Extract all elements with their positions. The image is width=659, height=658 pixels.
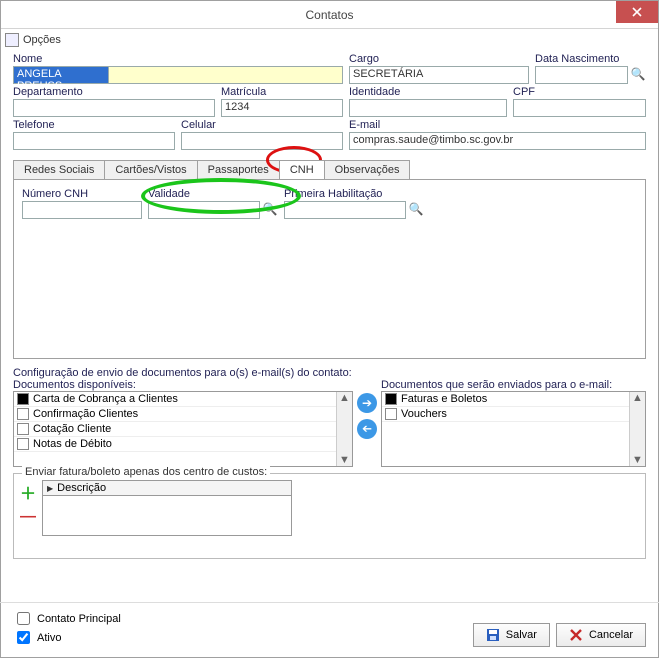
validade-date-picker-icon[interactable]: 🔍 — [262, 201, 278, 217]
close-button[interactable] — [616, 1, 658, 23]
ativo-input[interactable] — [17, 631, 30, 644]
contato-principal-checkbox[interactable]: Contato Principal — [13, 609, 121, 628]
cc-fieldset: Enviar fatura/boleto apenas dos centro d… — [13, 473, 646, 559]
options-icon — [5, 33, 19, 47]
titlebar: Contatos — [1, 1, 658, 29]
scrollbar[interactable]: ▲▼ — [336, 392, 352, 466]
cc-legend: Enviar fatura/boleto apenas dos centro d… — [22, 466, 270, 478]
list-item: Confirmação Clientes — [14, 407, 352, 422]
primeira-date-picker-icon[interactable]: 🔍 — [408, 201, 424, 217]
window-title: Contatos — [305, 8, 353, 22]
numero-cnh-input[interactable] — [22, 201, 142, 219]
celular-input[interactable] — [181, 132, 343, 150]
label-primeira-hab: Primeira Habilitação — [284, 188, 424, 200]
cargo-input[interactable]: SECRETÁRIA — [349, 66, 529, 84]
scrollbar[interactable]: ▲▼ — [629, 392, 645, 466]
label-validade-cnh: Validade — [148, 188, 278, 200]
nome-input-ext[interactable] — [109, 66, 343, 84]
docs-available-list[interactable]: Carta de Cobrança a Clientes Confirmação… — [13, 391, 353, 467]
matricula-input[interactable]: 1234 — [221, 99, 343, 117]
tab-cartoes-vistos[interactable]: Cartões/Vistos — [104, 160, 197, 179]
window: Contatos Opções Nome ANGELA PREUSS Cargo… — [0, 0, 659, 658]
label-celular: Celular — [181, 119, 343, 131]
docs-selected-label: Documentos que serão enviados para o e-m… — [381, 379, 646, 391]
cc-list[interactable] — [42, 496, 292, 536]
docs-available-label: Documentos disponíveis: — [13, 379, 353, 391]
tab-cnh[interactable]: CNH — [279, 160, 325, 179]
identidade-input[interactable] — [349, 99, 507, 117]
docs-config-header: Configuração de envio de documentos para… — [13, 367, 646, 379]
label-data-nasc: Data Nascimento — [535, 53, 646, 65]
departamento-input[interactable] — [13, 99, 215, 117]
label-numero-cnh: Número CNH — [22, 188, 142, 200]
cpf-input[interactable] — [513, 99, 646, 117]
form-content: Nome ANGELA PREUSS Cargo SECRETÁRIA Data… — [1, 51, 658, 598]
label-cargo: Cargo — [349, 53, 529, 65]
list-item: Cotação Cliente — [14, 422, 352, 437]
tabpanel-cnh: Número CNH Validade 🔍 Primeira Habilitaç… — [13, 179, 646, 359]
tab-observacoes[interactable]: Observações — [324, 160, 411, 179]
list-item: Faturas e Boletos — [382, 392, 645, 407]
label-cpf: CPF — [513, 86, 646, 98]
contato-principal-input[interactable] — [17, 612, 30, 625]
label-identidade: Identidade — [349, 86, 507, 98]
close-icon — [632, 7, 642, 17]
cancel-button[interactable]: Cancelar — [556, 623, 646, 647]
label-telefone: Telefone — [13, 119, 175, 131]
label-matricula: Matrícula — [221, 86, 343, 98]
label-nome: Nome — [13, 53, 343, 65]
menubar: Opções — [1, 29, 658, 51]
list-item: Notas de Débito — [14, 437, 352, 452]
save-button[interactable]: Salvar — [473, 623, 550, 647]
add-cc-button[interactable]: ＋ — [20, 480, 36, 504]
label-email: E-mail — [349, 119, 646, 131]
move-left-button[interactable]: ➔ — [357, 419, 377, 439]
primeira-hab-input[interactable] — [284, 201, 406, 219]
menu-options[interactable]: Opções — [23, 34, 61, 46]
telefone-input[interactable] — [13, 132, 175, 150]
email-input[interactable]: compras.saude@timbo.sc.gov.br — [349, 132, 646, 150]
tab-passaportes[interactable]: Passaportes — [197, 160, 280, 179]
nome-input[interactable]: ANGELA PREUSS — [13, 66, 109, 84]
tab-redes-sociais[interactable]: Redes Sociais — [13, 160, 105, 179]
cancel-icon — [569, 628, 583, 642]
date-picker-icon[interactable]: 🔍 — [630, 66, 646, 82]
footer: Contato Principal Ativo Salvar Cancelar — [1, 603, 658, 657]
move-right-button[interactable]: ➔ — [357, 393, 377, 413]
validade-cnh-input[interactable] — [148, 201, 260, 219]
data-nasc-input[interactable] — [535, 66, 628, 84]
docs-selected-list[interactable]: Faturas e Boletos Vouchers ▲▼ — [381, 391, 646, 467]
list-item: Vouchers — [382, 407, 645, 422]
ativo-checkbox[interactable]: Ativo — [13, 628, 121, 647]
save-icon — [486, 628, 500, 642]
remove-cc-button[interactable]: — — [20, 508, 36, 526]
tabs: Redes Sociais Cartões/Vistos Passaportes… — [13, 160, 646, 179]
list-item: Carta de Cobrança a Clientes — [14, 392, 352, 407]
cc-column-header[interactable]: Descrição — [42, 480, 292, 496]
label-departamento: Departamento — [13, 86, 215, 98]
